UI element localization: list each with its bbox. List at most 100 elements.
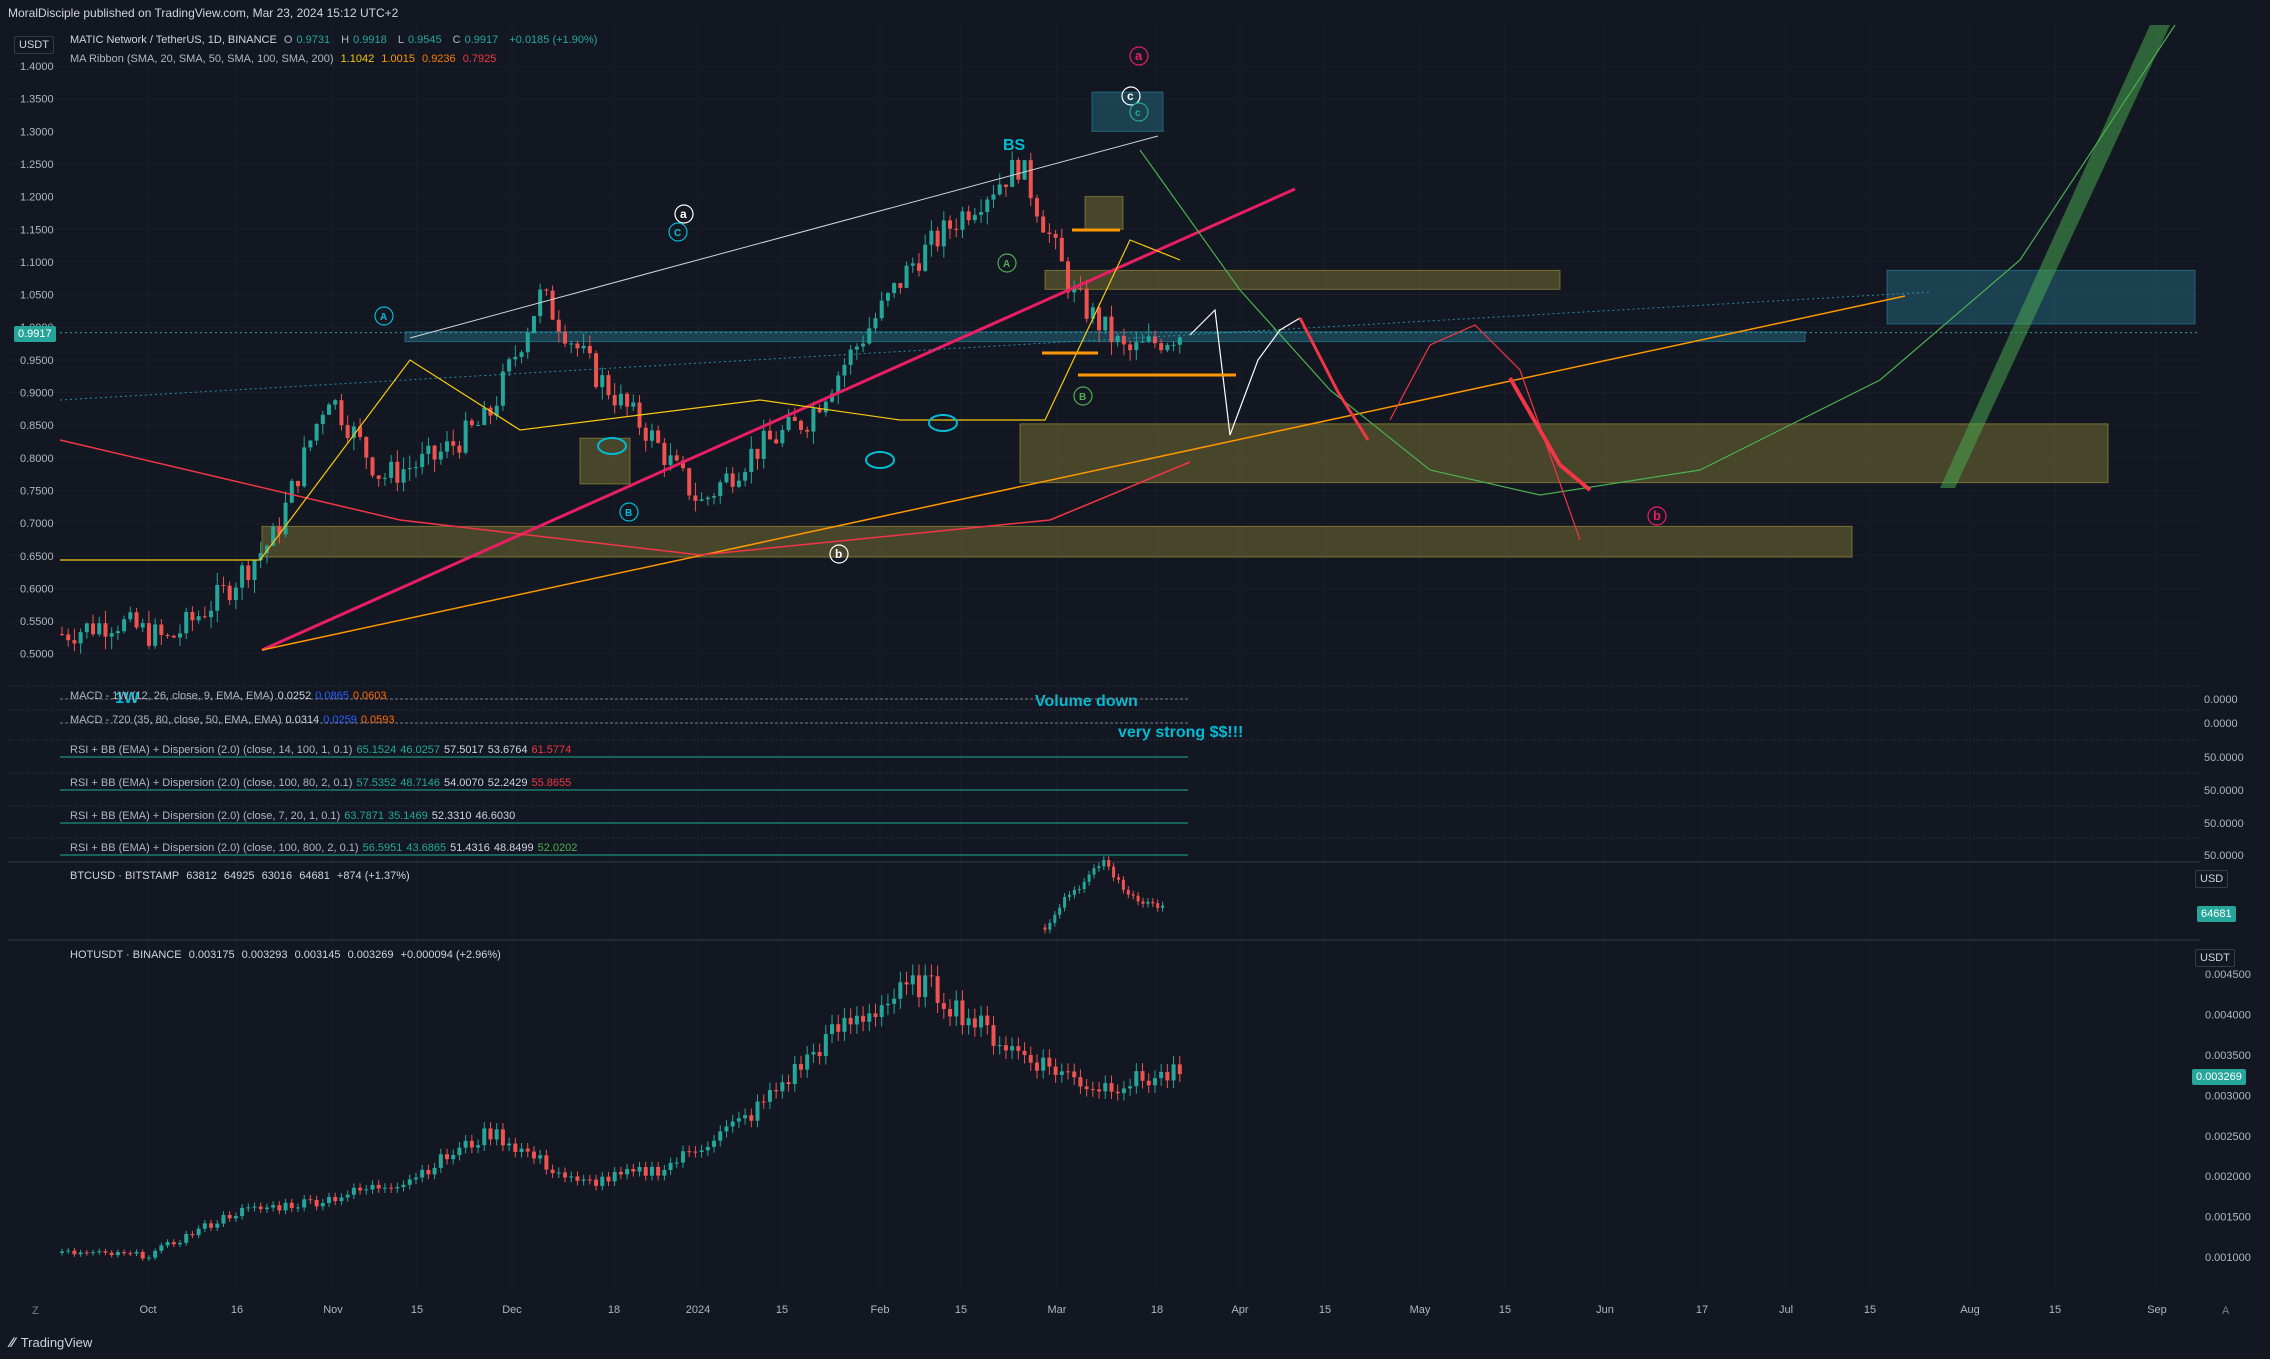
candle-body [507,359,512,372]
hot-candle-body [233,1216,238,1219]
last-price-tag: 0.9917 [14,326,56,342]
indicator-legend[interactable]: MACD - 1W (12, 26, close, 9, EMA, EMA) 0.… [70,690,391,702]
hot-candle-body [196,1228,201,1236]
hot-candle-body [519,1148,524,1152]
indicator-legend[interactable]: RSI + BB (EMA) + Dispersion (2.0) (close… [70,777,575,789]
wave-label: B [1079,392,1086,403]
price-tick-label: 0.6500 [20,551,54,563]
hot-candle-body [1097,1089,1102,1092]
indicator-legend[interactable]: MACD - 720 (35, 80, close, 50, EMA, EMA)… [70,714,399,726]
hot-candle-body [488,1128,493,1140]
candle-body [842,364,847,376]
candle-body [811,408,816,432]
chart-canvas[interactable]: accBSaCAABbbB1W Volume downvery strong $$… [0,0,2270,1359]
hot-candle-body [556,1172,561,1174]
hot-price-tick-label: 0.001000 [2205,1252,2251,1264]
indicator-value: 0.0603 [352,690,387,702]
tradingview-logo[interactable]: ⁄⁄ TradingView [10,1334,92,1350]
ma-value: 0.7925 [462,53,497,65]
hot-candle-body [792,1064,797,1085]
hot-symbol[interactable]: HOTUSDT · BINANCE [70,949,182,961]
candle-body [1022,160,1027,180]
hot-candle-body [631,1168,636,1172]
candle-body [662,442,667,465]
hot-currency-badge[interactable]: USDT [2195,949,2235,967]
auto-scale-button[interactable]: A [2222,1305,2229,1317]
hot-price-tick-label: 0.001500 [2205,1212,2251,1224]
candle-body [786,416,791,431]
candle-body [1034,198,1039,217]
hot-candle-body [407,1179,412,1185]
support-zone [1019,423,2109,484]
candle-body [1053,233,1058,238]
hot-candle-body [103,1251,108,1253]
candle-body [991,194,996,200]
hot-candle-body [134,1251,139,1254]
btc-candle-body [1053,914,1057,923]
candle-body [389,461,394,478]
ohlc-low: L 0.9545 [397,34,442,46]
symbol-title[interactable]: MATIC Network / TetherUS, 1D, BINANCE [70,34,277,46]
support-zone [1084,196,1124,230]
brand-name: TradingView [20,1334,93,1350]
candle-body [618,393,623,406]
candle-body [867,328,872,344]
hot-candle-body [594,1179,599,1186]
footer [0,1322,2270,1359]
btc-symbol[interactable]: BTCUSD · BITSTAMP [70,870,179,882]
hot-candle-body [370,1184,375,1190]
candle-body [755,448,760,459]
candle-body [923,244,928,271]
btc-candle-body [1068,894,1071,897]
hot-candle-body [1053,1066,1058,1075]
hot-candle-body [960,1000,965,1026]
candle-body [687,468,692,496]
hot-candle-body [879,1005,884,1018]
indicator-legend[interactable]: RSI + BB (EMA) + Dispersion (2.0) (close… [70,744,575,756]
candle-body [519,352,524,357]
hot-candle-body [333,1196,338,1202]
hot-candle-body [295,1207,300,1209]
hot-candle-body [861,1015,866,1022]
btc-value: 64681 [299,870,330,882]
zoom-button[interactable]: Z [32,1305,39,1317]
time-tick-label: 18 [1151,1304,1163,1316]
indicator-axis-label: 50.0000 [2204,785,2244,797]
candle-body [1097,307,1102,331]
indicator-value: 53.6764 [487,744,528,756]
hot-candle-body [724,1126,729,1132]
hot-candle-body [916,975,921,998]
candle-body [97,623,102,635]
indicator-legend[interactable]: RSI + BB (EMA) + Dispersion (2.0) (close… [70,810,519,822]
hot-candle-body [680,1151,685,1163]
hot-candle-body [432,1167,437,1175]
hot-candle-body [867,1013,872,1022]
candle-body [724,473,729,483]
hot-candle-body [60,1251,64,1253]
btc-currency-badge[interactable]: USD [2195,870,2229,888]
candle-body [563,331,568,344]
ma-ribbon-label[interactable]: MA Ribbon (SMA, 20, SMA, 50, SMA, 100, S… [70,53,334,65]
candle-body [215,584,220,611]
candle-body [718,482,723,497]
candle-body [1134,342,1139,351]
hot-candle-body [811,1052,816,1055]
candle-body [295,480,300,487]
wave-label: a [680,207,687,221]
hot-candle-body [656,1166,661,1176]
hot-candle-body [109,1252,114,1256]
wave-label: A [1003,259,1010,270]
candle-body [935,230,940,247]
candle-body [656,430,661,443]
hot-candle-body [898,982,903,999]
indicator-legend[interactable]: RSI + BB (EMA) + Dispersion (2.0) (close… [70,842,581,854]
candle-body [128,612,133,620]
hot-candle-body [997,1045,1002,1047]
hot-candle-body [420,1169,425,1178]
candle-body [600,375,605,388]
ohlc-close: C 0.9917 [452,34,499,46]
candle-body [513,356,518,360]
currency-badge[interactable]: USDT [14,36,54,54]
btc-candle-body [1112,866,1116,878]
price-axes: 1.4000 1.3500 1.3000 1.2500 1.2000 1.1500 1.10… [20,61,54,661]
